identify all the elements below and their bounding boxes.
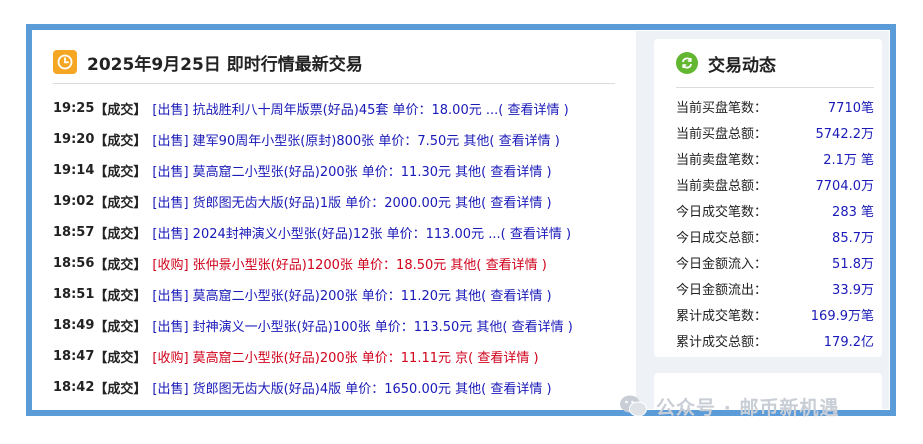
stat-label: 今日金额流出： (676, 282, 768, 298)
trade-status: 【成交】 (94, 134, 147, 149)
stat-value: 51.8万 (832, 256, 874, 272)
trade-time: 19:25 (53, 101, 95, 116)
stat-row: 当前买盘笔数： 7710笔 (676, 93, 874, 119)
stat-row: 当前买盘总额： 5742.2万 (676, 119, 874, 145)
stat-value: 179.2亿 (823, 334, 874, 350)
view-details-link[interactable]: ( 查看详情 ) (481, 192, 551, 211)
stat-label: 当前买盘笔数： (676, 100, 768, 116)
trade-dynamics-title: 交易动态 (708, 55, 776, 76)
stat-row: 今日金额流入： 51.8万 (676, 249, 874, 275)
trade-row[interactable]: 18:49 【成交】 [出售] 封神演义一小型张(好品)100张 单价：113.50… (53, 310, 628, 341)
watermark: 公众号 · 邮币新机遇 (618, 388, 839, 424)
trade-time: 19:14 (53, 163, 95, 178)
latest-trades-title: 2025年9月25日 即时行情最新交易 (87, 54, 363, 75)
stat-row: 今日成交总额： 85.7万 (676, 223, 874, 249)
trade-status: 【成交】 (94, 227, 147, 242)
trade-text-link[interactable]: [收购] 莫高窟二小型张(好品)200张 单价：11.11元 京 (152, 347, 468, 366)
trade-text-link[interactable]: [出售] 莫高窟二小型张(好品)200张 单价：11.20元 其他 (152, 285, 481, 304)
trade-text-link[interactable]: [出售] 建军90周年小型张(原封)800张 单价：7.50元 其他 (152, 130, 489, 149)
trade-row[interactable]: 19:02 【成交】 [出售] 货郎图无齿大版(好品)1版 单价：2000.00元 … (53, 186, 628, 217)
trade-row[interactable]: 19:20 【成交】 [出售] 建军90周年小型张(原封)800张 单价：7.50元… (53, 124, 628, 155)
trade-time: 18:57 (53, 225, 95, 240)
view-details-link[interactable]: ( 查看详情 ) (481, 378, 551, 397)
trade-time: 19:02 (53, 194, 95, 209)
trade-time: 18:47 (53, 349, 95, 364)
stat-row: 今日成交笔数： 283 笔 (676, 197, 874, 223)
trade-status: 【成交】 (94, 258, 147, 273)
trade-text-link[interactable]: [出售] 抗战胜利八十周年版票(好品)45套 单价：18.00元 ... (152, 99, 498, 118)
latest-trades-panel: 2025年9月25日 即时行情最新交易 19:25 【成交】 [出售] 抗战胜利八十… (33, 31, 636, 409)
stat-row: 当前卖盘笔数： 2.1万 笔 (676, 145, 874, 171)
stat-value: 2.1万 笔 (823, 152, 874, 168)
view-details-link[interactable]: ( 查看详情 ) (501, 223, 571, 242)
view-details-link[interactable]: ( 查看详情 ) (498, 99, 568, 118)
wechat-icon (620, 395, 647, 417)
view-details-link[interactable]: ( 查看详情 ) (481, 161, 551, 180)
view-details-link[interactable]: ( 查看详情 ) (489, 130, 559, 149)
trade-text-link[interactable]: [出售] 封神演义一小型张(好品)100张 单价：113.50元 其他 (152, 316, 502, 335)
stat-row: 今日金额流出： 33.9万 (676, 275, 874, 301)
stat-value: 169.9万笔 (810, 308, 874, 324)
view-details-link[interactable]: ( 查看详情 ) (481, 285, 551, 304)
outer-frame: 2025年9月25日 即时行情最新交易 19:25 【成交】 [出售] 抗战胜利八十… (26, 24, 896, 416)
trade-row[interactable]: 18:42 【成交】 [出售] 货郎图无齿大版(好品)4版 单价：1650.00元 … (53, 372, 628, 403)
stat-value: 85.7万 (832, 230, 874, 246)
trade-time: 18:56 (53, 256, 95, 271)
stat-label: 当前卖盘笔数： (676, 152, 768, 168)
trade-status: 【成交】 (94, 103, 147, 118)
trade-text-link[interactable]: [出售] 货郎图无齿大版(好品)4版 单价：1650.00元 其他 (152, 378, 481, 397)
stat-value: 7704.0万 (815, 178, 875, 194)
stat-label: 今日成交总额： (676, 230, 768, 246)
trade-row[interactable]: 18:51 【成交】 [出售] 莫高窟二小型张(好品)200张 单价：11.20元 … (53, 279, 628, 310)
trade-status: 【成交】 (94, 196, 147, 211)
stat-row: 累计成交总额： 179.2亿 (676, 327, 874, 353)
refresh-icon (676, 52, 698, 74)
trade-row[interactable]: 18:47 【成交】 [收购] 莫高窟二小型张(好品)200张 单价：11.11元 … (53, 341, 628, 372)
trade-list: 19:25 【成交】 [出售] 抗战胜利八十周年版票(好品)45套 单价：18.00… (53, 93, 628, 403)
trade-time: 19:20 (53, 132, 95, 147)
stat-value: 283 笔 (832, 204, 874, 220)
trade-status: 【成交】 (94, 165, 147, 180)
clock-icon (53, 50, 77, 74)
trade-dynamics-panel: 交易动态 当前买盘笔数： 7710笔当前买盘总额： 5742.2万当前卖盘笔数： 2.… (654, 39, 882, 357)
trade-status: 【成交】 (94, 320, 147, 335)
inner-frame: 2025年9月25日 即时行情最新交易 19:25 【成交】 [出售] 抗战胜利八十… (32, 30, 890, 410)
trade-row[interactable]: 19:14 【成交】 [出售] 莫高窟二小型张(好品)200张 单价：11.30元 … (53, 155, 628, 186)
view-details-link[interactable]: ( 查看详情 ) (476, 254, 546, 273)
stats-list: 当前买盘笔数： 7710笔 当前买盘总额： 5742.2万 当前卖盘笔数： 2.1万 笔当… (676, 93, 874, 353)
trade-dynamics-header: 交易动态 (676, 39, 874, 88)
trade-row[interactable]: 18:57 【成交】 [出售] 2024封神演义小型张(好品)12张 单价：113.… (53, 217, 628, 248)
trade-time: 18:42 (53, 380, 95, 395)
stat-value: 5742.2万 (815, 126, 875, 142)
stat-label: 当前卖盘总额： (676, 178, 768, 194)
trade-text-link[interactable]: [收购] 张仲景小型张(好品)1200张 单价：18.50元 其他 (152, 254, 476, 273)
latest-trades-header: 2025年9月25日 即时行情最新交易 (53, 41, 615, 84)
trade-time: 18:49 (53, 318, 95, 333)
trade-status: 【成交】 (94, 289, 147, 304)
trade-status: 【成交】 (94, 382, 147, 397)
stat-label: 今日成交笔数： (676, 204, 768, 220)
trade-row[interactable]: 19:25 【成交】 [出售] 抗战胜利八十周年版票(好品)45套 单价：18.00… (53, 93, 628, 124)
stat-value: 33.9万 (832, 282, 874, 298)
trade-status: 【成交】 (94, 351, 147, 366)
stat-row: 累计成交笔数： 169.9万笔 (676, 301, 874, 327)
watermark-text: 公众号 · 邮币新机遇 (656, 396, 840, 419)
stat-row: 当前卖盘总额： 7704.0万 (676, 171, 874, 197)
stat-value: 7710笔 (827, 100, 874, 116)
stat-label: 当前买盘总额： (676, 126, 768, 142)
trade-text-link[interactable]: [出售] 莫高窟二小型张(好品)200张 单价：11.30元 其他 (152, 161, 481, 180)
trade-text-link[interactable]: [出售] 2024封神演义小型张(好品)12张 单价：113.00元 ... (152, 223, 500, 242)
stat-label: 累计成交总额： (676, 334, 768, 350)
stat-label: 累计成交笔数： (676, 308, 768, 324)
view-details-link[interactable]: ( 查看详情 ) (502, 316, 572, 335)
trade-text-link[interactable]: [出售] 货郎图无齿大版(好品)1版 单价：2000.00元 其他 (152, 192, 481, 211)
trade-row[interactable]: 18:56 【成交】 [收购] 张仲景小型张(好品)1200张 单价：18.50元 … (53, 248, 628, 279)
stat-label: 今日金额流入： (676, 256, 768, 272)
view-details-link[interactable]: ( 查看详情 ) (468, 347, 538, 366)
trade-time: 18:51 (53, 287, 95, 302)
